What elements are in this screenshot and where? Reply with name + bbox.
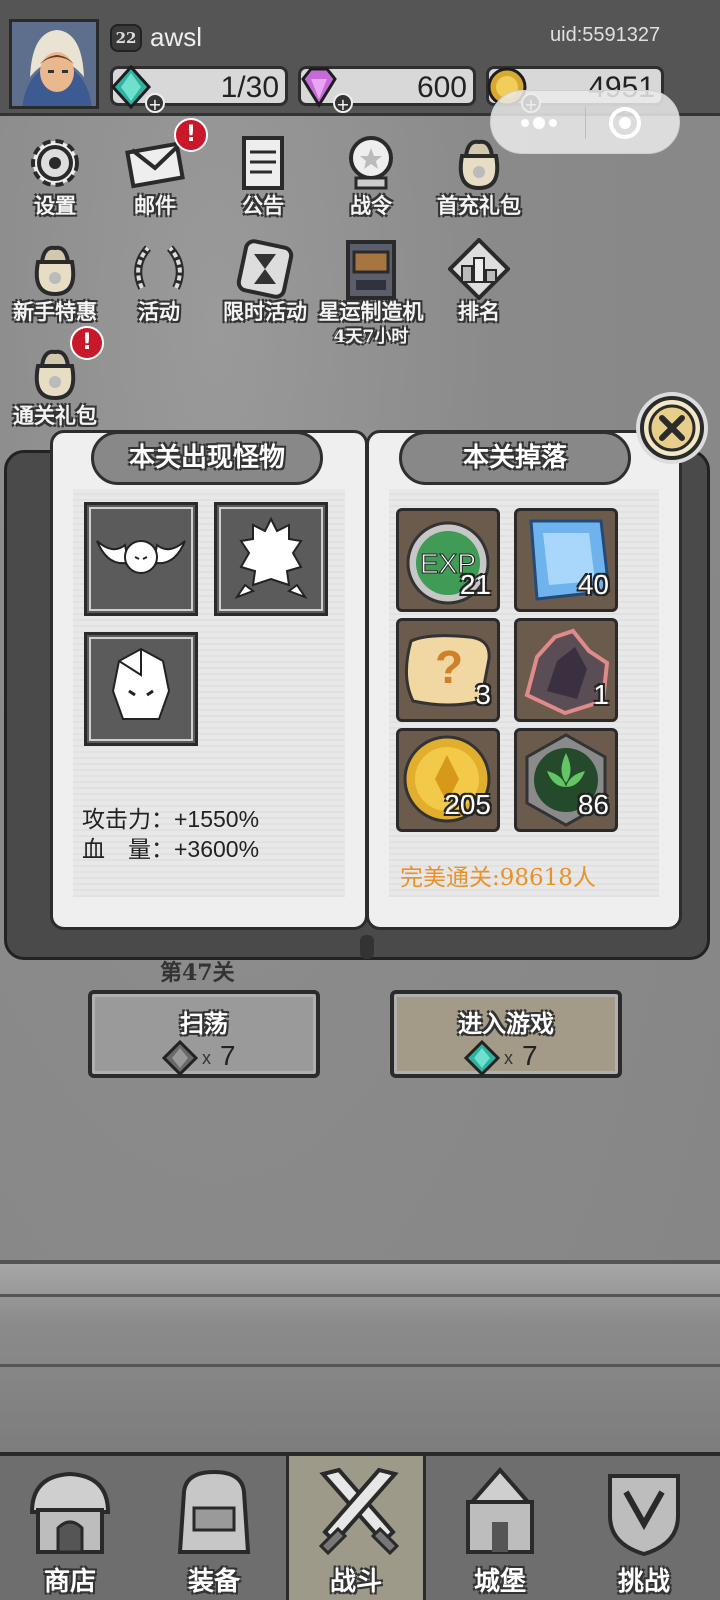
menu-star-machine[interactable]: 星运制造机 4天7小时 bbox=[316, 238, 426, 347]
book-spine bbox=[360, 935, 374, 959]
energy-counter[interactable]: + 1/30 bbox=[110, 65, 288, 114]
crest-icon bbox=[608, 1474, 680, 1557]
backpack-icon bbox=[177, 1469, 251, 1554]
nav-battle[interactable]: 战斗 bbox=[286, 1456, 426, 1600]
drop-page-title: 本关掉落 bbox=[399, 431, 631, 485]
stage-name: 第47关 bbox=[160, 960, 235, 986]
menu-limited-events[interactable]: 限时活动 bbox=[210, 238, 320, 334]
crossed-swords-icon bbox=[318, 1467, 400, 1556]
nav-equipment[interactable]: 装备 bbox=[144, 1456, 284, 1600]
menu-battle-pass[interactable]: 战令 bbox=[316, 132, 426, 228]
svg-text:?: ? bbox=[435, 641, 463, 693]
hourglass-icon bbox=[236, 239, 294, 299]
monster-slot-3[interactable] bbox=[84, 632, 198, 746]
laurel-wreath-icon bbox=[134, 245, 184, 290]
enter-game-button[interactable]: 进入游戏 x 7 bbox=[390, 990, 622, 1078]
player-avatar[interactable] bbox=[9, 19, 99, 109]
drop-slot-green-rune[interactable]: 86 bbox=[514, 728, 618, 832]
podium-icon bbox=[448, 238, 510, 300]
add-energy-button[interactable]: + bbox=[145, 93, 165, 114]
clear-pack-alert-badge: ! bbox=[70, 326, 104, 360]
floor-planks bbox=[0, 1260, 720, 1460]
sweep-button[interactable]: 扫荡 x 7 bbox=[88, 990, 320, 1078]
monster-attack-bonus: 攻击力：+1550% bbox=[82, 806, 260, 832]
menu-ranking[interactable]: 排名 bbox=[424, 238, 534, 334]
gem-counter[interactable]: + 600 bbox=[298, 66, 476, 114]
gift-bag-icon bbox=[34, 245, 76, 297]
menu-clear-pack[interactable]: ! 通关礼包 bbox=[0, 326, 110, 438]
gear-icon bbox=[31, 139, 79, 187]
machine-icon bbox=[346, 240, 396, 300]
close-miniprogram-icon[interactable] bbox=[607, 105, 643, 141]
gray-crystal-icon bbox=[162, 1040, 198, 1076]
bottom-nav: 商店 装备 战斗 城堡 挑战 bbox=[0, 1452, 720, 1600]
teal-crystal-icon bbox=[464, 1040, 500, 1076]
nav-shop[interactable]: 商店 bbox=[0, 1456, 140, 1600]
mail-alert-badge: ! bbox=[174, 118, 208, 152]
nav-challenge[interactable]: 挑战 bbox=[574, 1456, 714, 1600]
player-name: awsl bbox=[150, 22, 203, 52]
shop-icon bbox=[29, 1471, 111, 1554]
menu-mail[interactable]: ! 邮件 bbox=[100, 118, 210, 228]
monster-page-title: 本关出现怪物 bbox=[91, 431, 323, 485]
castle-icon bbox=[466, 1466, 534, 1554]
close-icon bbox=[648, 404, 696, 452]
drop-slot-exp[interactable]: EXP 21 bbox=[396, 508, 500, 612]
bat-monster-icon bbox=[96, 540, 186, 574]
drop-slot-blue-crystal[interactable]: 40 bbox=[514, 508, 618, 612]
scroll-icon bbox=[242, 136, 284, 190]
player-level-badge: 22 bbox=[110, 24, 142, 52]
sweep-cost: x 7 bbox=[162, 1040, 282, 1076]
rock-golem-monster-icon bbox=[111, 647, 171, 720]
monster-hp-bonus: 血 量：+3600% bbox=[82, 836, 260, 862]
menu-events[interactable]: 活动 bbox=[104, 238, 214, 334]
crystal-ball-icon bbox=[349, 136, 393, 190]
monster-slot-2[interactable] bbox=[214, 502, 328, 616]
menu-announcement[interactable]: 公告 bbox=[208, 132, 318, 228]
furball-monster-icon bbox=[234, 516, 308, 600]
perfect-clear-count: 完美通关:98618人 bbox=[400, 865, 596, 891]
monster-slot-1[interactable] bbox=[84, 502, 198, 616]
gift-bag-icon bbox=[458, 139, 500, 191]
nav-castle[interactable]: 城堡 bbox=[430, 1456, 570, 1600]
drop-slot-mystery-scroll[interactable]: ? 3 bbox=[396, 618, 500, 722]
drop-slot-gold[interactable]: 205 bbox=[396, 728, 500, 832]
close-book-button[interactable] bbox=[640, 396, 704, 460]
add-gems-button[interactable]: + bbox=[333, 93, 353, 114]
drop-slot-dark-ore[interactable]: 1 bbox=[514, 618, 618, 722]
enter-cost: x 7 bbox=[464, 1040, 584, 1076]
menu-first-recharge[interactable]: 首充礼包 bbox=[424, 132, 534, 228]
player-uid: uid:5591327 bbox=[550, 24, 661, 46]
